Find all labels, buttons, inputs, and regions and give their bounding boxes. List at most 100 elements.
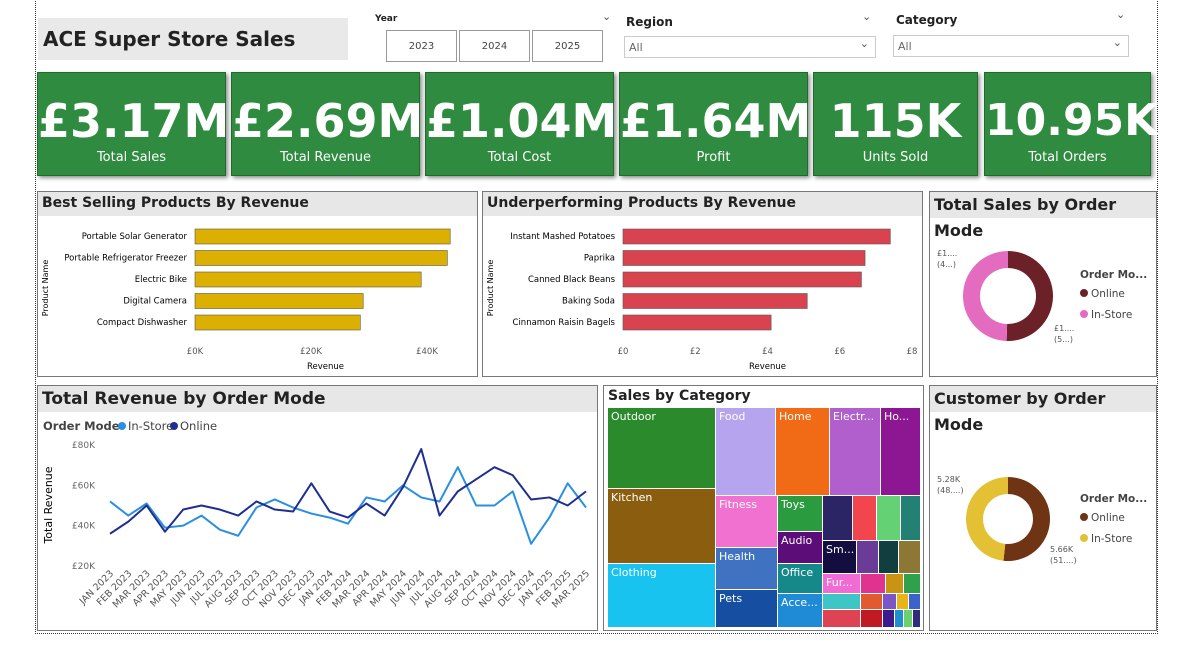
donut-slice <box>962 251 1008 341</box>
kpi-value: 10.95K <box>985 95 1159 146</box>
panel-title: Customer by Order Mode <box>930 386 1156 434</box>
category-label: Instant Mashed Potatoes <box>510 232 615 242</box>
y-axis-label: Product Name <box>41 260 50 317</box>
category-slicer-label: Category <box>896 13 958 27</box>
kpi-label: Total Revenue <box>279 150 372 165</box>
treemap-tile[interactable] <box>886 574 904 594</box>
x-axis-label: Revenue <box>307 362 344 372</box>
treemap-tile[interactable]: Food <box>716 408 776 496</box>
bar <box>194 271 422 288</box>
treemap-tile[interactable] <box>879 541 899 574</box>
kpi-label: Total Orders <box>1028 150 1107 165</box>
year-option-2023[interactable]: 2023 <box>386 30 457 62</box>
treemap-tile[interactable] <box>861 574 886 594</box>
legend-title: Order Mo... <box>1080 493 1147 505</box>
y-tick-label: £20K <box>72 562 96 572</box>
region-dropdown[interactable]: All ⌄ <box>624 36 876 58</box>
year-slicer-label: Year <box>375 14 398 24</box>
treemap-tile[interactable] <box>904 610 913 628</box>
treemap-tile[interactable] <box>901 496 921 541</box>
treemap-tile[interactable] <box>857 541 879 574</box>
treemap-tile[interactable]: Outdoor <box>608 408 716 489</box>
chevron-down-icon[interactable]: ⌄ <box>862 10 871 23</box>
data-label-sub: (5...) <box>1054 335 1073 344</box>
treemap-tile[interactable]: Fitness <box>716 496 778 548</box>
x-tick-label: £2 <box>690 347 701 357</box>
category-label: Portable Refrigerator Freezer <box>64 254 187 264</box>
treemap-tile[interactable]: Sm... <box>823 541 857 574</box>
kpi-value: 115K <box>829 94 962 148</box>
bar <box>194 314 361 331</box>
y-axis-label: Product Name <box>486 260 495 317</box>
chevron-down-icon[interactable]: ⌄ <box>1116 8 1125 21</box>
bar <box>194 228 451 245</box>
treemap-tile[interactable] <box>861 610 883 628</box>
x-tick-label: £6 <box>834 347 845 357</box>
x-tick-label: £0 <box>618 347 629 357</box>
treemap-tile[interactable]: Clothing <box>608 564 716 628</box>
panel-title: Best Selling Products By Revenue <box>38 192 477 216</box>
treemap-tile[interactable] <box>823 610 861 628</box>
y-tick-label: £40K <box>72 522 96 532</box>
kpi-label: Profit <box>696 150 731 165</box>
customer-mode-panel: Customer by Order Mode 5.66K (51....) 5.28… <box>929 385 1157 631</box>
revenue-line-chart: Order Mode In-Store Online £20K £40K £60K £80K… <box>42 419 592 610</box>
bar <box>622 228 891 245</box>
y-axis-label: Total Revenue <box>42 466 55 544</box>
treemap-tile[interactable] <box>899 541 921 574</box>
legend-item: In-Store <box>1091 533 1132 545</box>
kpi-profit: £1.64M Profit <box>619 72 812 176</box>
treemap-tile[interactable]: Electr... <box>830 408 881 496</box>
kpi-value: £1.04M <box>426 94 618 148</box>
chevron-down-icon: ⌄ <box>1112 36 1122 49</box>
best-selling-panel: Best Selling Products By Revenue Product… <box>37 191 478 377</box>
treemap-tile[interactable] <box>897 594 909 610</box>
bar <box>194 293 364 309</box>
treemap-tile[interactable] <box>823 594 861 610</box>
legend-item: In-Store <box>128 419 173 433</box>
treemap-tile[interactable] <box>895 610 904 628</box>
panel-title: Underperforming Products By Revenue <box>483 192 922 216</box>
treemap-tile[interactable] <box>861 594 883 610</box>
bar <box>194 250 448 266</box>
treemap-tile[interactable]: Health <box>716 548 778 590</box>
treemap-tile[interactable]: Acce... <box>778 594 823 628</box>
treemap-tile[interactable] <box>823 496 853 541</box>
kpi-total-revenue: £2.69M Total Revenue <box>231 72 423 176</box>
year-option-2025[interactable]: 2025 <box>532 30 603 62</box>
treemap-tile[interactable]: Audio <box>778 532 823 564</box>
category-label: Baking Soda <box>562 297 615 307</box>
treemap-tile[interactable] <box>883 594 897 610</box>
category-label: Canned Black Beans <box>528 275 616 285</box>
treemap-tile[interactable] <box>904 574 921 594</box>
kpi-value: £1.64M <box>620 94 812 148</box>
year-option-2024[interactable]: 2024 <box>459 30 530 62</box>
bar <box>622 293 808 309</box>
treemap-tile[interactable]: Pets <box>716 590 778 628</box>
legend-title: Order Mode <box>43 419 120 433</box>
treemap-tile[interactable] <box>883 610 895 628</box>
region-slicer-label: Region <box>626 15 673 29</box>
treemap-tile[interactable] <box>909 594 921 610</box>
treemap-tile[interactable]: Fur... <box>823 574 861 594</box>
treemap-tile[interactable]: Toys <box>778 496 823 532</box>
kpi-value: £3.17M <box>38 94 230 148</box>
legend-marker <box>170 422 178 430</box>
x-tick-label: £20K <box>300 347 322 357</box>
region-value: All <box>629 41 643 54</box>
bar <box>622 250 866 266</box>
kpi-label: Total Cost <box>487 150 552 165</box>
category-dropdown[interactable]: All ⌄ <box>893 35 1129 57</box>
category-label: Electric Bike <box>135 275 187 285</box>
legend-item: Online <box>1091 512 1125 524</box>
treemap-tile[interactable]: Kitchen <box>608 489 716 564</box>
treemap-tile[interactable]: Home <box>776 408 830 496</box>
treemap-tile[interactable] <box>853 496 877 541</box>
treemap-tile[interactable] <box>913 610 921 628</box>
treemap-tile[interactable]: Office <box>778 564 823 594</box>
legend-item: Online <box>180 419 217 433</box>
treemap-tile[interactable] <box>877 496 901 541</box>
chevron-down-icon[interactable]: ⌄ <box>602 10 611 23</box>
revenue-mode-panel: Total Revenue by Order Mode Order Mode In… <box>37 385 598 631</box>
treemap-tile[interactable]: Ho... <box>881 408 921 496</box>
